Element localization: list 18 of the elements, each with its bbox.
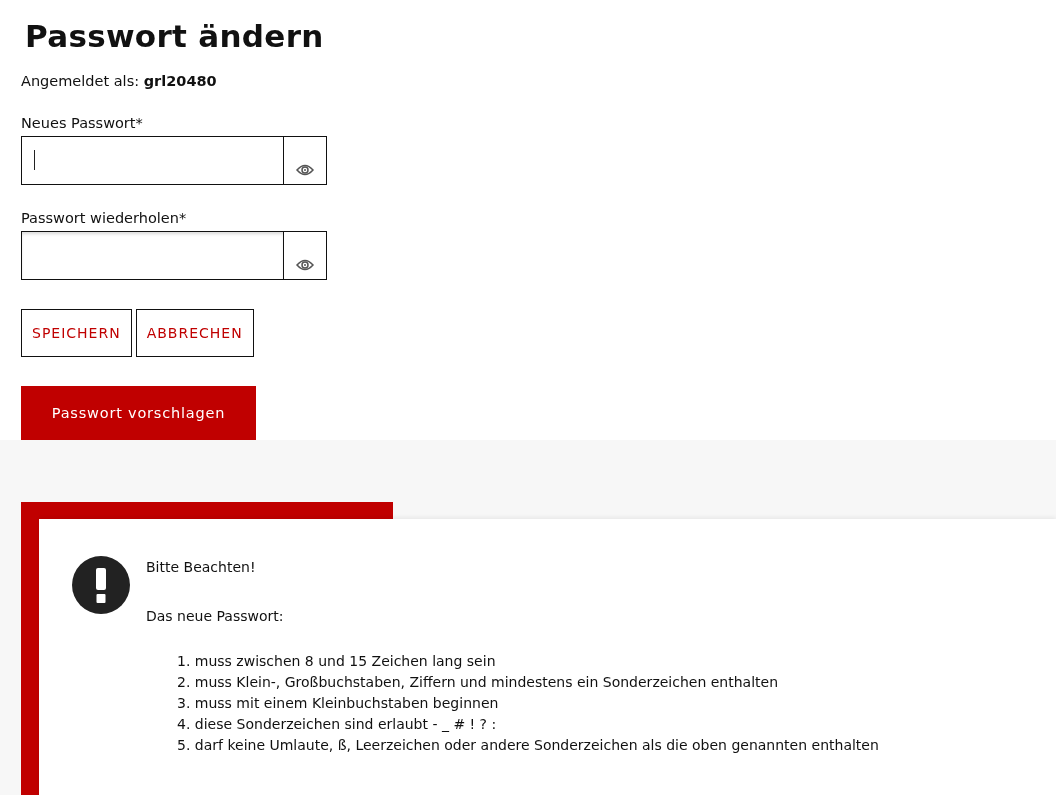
field-label: Passwort wiederholen* [21, 209, 187, 227]
warning-icon [72, 556, 130, 614]
cancel-button[interactable]: ABBRECHEN [135, 309, 254, 357]
rule-item: 1. muss zwischen 8 und 15 Zeichen lang sein [177, 652, 497, 671]
field-label: Neues Passwort* [21, 114, 143, 132]
password-field[interactable] [21, 231, 327, 280]
suggest-password-button[interactable]: Passwort vorschlagen [21, 386, 256, 440]
notice-intro: Das neue Passwort: [146, 607, 285, 626]
rule-item: 4. diese Sonderzeichen sind erlaubt - _ # ! ? : [177, 715, 498, 734]
rule-item: 5. darf keine Umlaute, ß, Leerzeichen oder andere Sonderzeichen als die oben genannten enthalten [177, 736, 879, 755]
page-title: Passwort ändern [25, 17, 324, 56]
notice-heading: Bitte Beachten! [146, 558, 257, 577]
save-button[interactable]: SPEICHERN [21, 309, 132, 357]
logged-in-text: Angemeldet als: grl20480 [21, 72, 217, 90]
password-field[interactable] [21, 136, 327, 185]
rule-item: 3. muss mit einem Kleinbuchstaben beginnen [177, 694, 500, 713]
eye-icon[interactable] [283, 232, 326, 279]
rule-item: 2. muss Klein-, Großbuchstaben, Ziffern und mindestens ein Sonderzeichen enthalten [177, 673, 780, 692]
